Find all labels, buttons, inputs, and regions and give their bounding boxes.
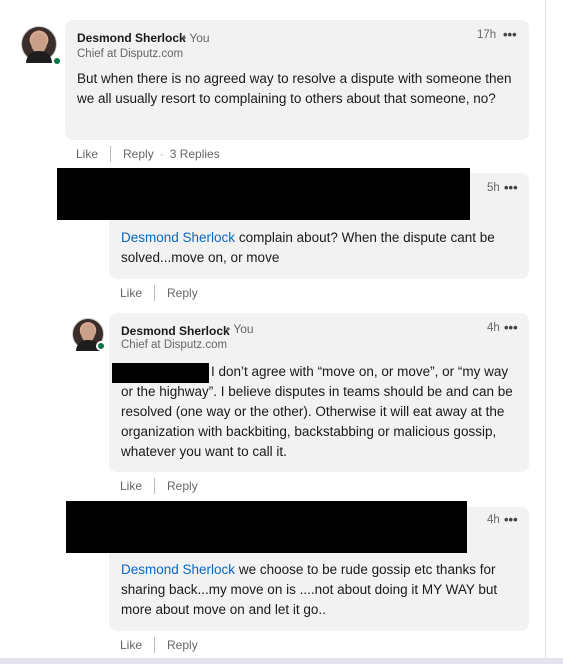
reply-button[interactable]: Reply (167, 638, 198, 652)
online-status-icon (96, 341, 106, 351)
timestamp: 4h (487, 514, 500, 526)
like-button[interactable]: Like (120, 479, 142, 493)
divider (154, 285, 156, 301)
comment-actions: Like Reply · 3 Replies (76, 146, 220, 162)
bottom-edge (0, 658, 563, 664)
mention-link[interactable]: Desmond Sherlock (121, 230, 235, 245)
reply-button[interactable]: Reply (123, 147, 154, 161)
reply-actions: Like Reply (120, 478, 198, 494)
reply-text: Desmond Sherlock we choose to be rude go… (121, 560, 521, 620)
redacted-author-block (57, 168, 470, 220)
divider (110, 146, 112, 162)
divider (154, 637, 156, 653)
online-status-icon (52, 56, 62, 66)
more-options-icon[interactable]: ••• (504, 320, 518, 335)
reply-text: Desmond Sherlock complain about? When th… (121, 228, 521, 268)
you-badge: • You (226, 322, 254, 336)
author-name[interactable]: Desmond Sherlock (77, 31, 186, 45)
mention-link[interactable]: Desmond Sherlock (121, 562, 235, 577)
like-button[interactable]: Like (76, 147, 98, 161)
replies-count-link[interactable]: 3 Replies (170, 147, 220, 161)
reply-bubble: Desmond Sherlock • You Chief at Disputz.… (109, 313, 529, 472)
timestamp: 17h (477, 29, 497, 41)
like-button[interactable]: Like (120, 286, 142, 300)
like-button[interactable]: Like (120, 638, 142, 652)
author-headline: Chief at Disputz.com (121, 339, 228, 351)
more-options-icon[interactable]: ••• (504, 180, 518, 195)
avatar-shirt (26, 51, 52, 63)
timestamp: 5h (487, 182, 500, 194)
comment-bubble: Desmond Sherlock • You Chief at Disputz.… (65, 20, 529, 140)
you-badge: • You (182, 31, 210, 45)
reply-actions: Like Reply (120, 637, 198, 653)
author-avatar[interactable] (21, 26, 57, 63)
dot-separator: · (159, 147, 164, 161)
avatar-face (31, 33, 47, 53)
author-name[interactable]: Desmond Sherlock (121, 324, 230, 338)
more-options-icon[interactable]: ••• (503, 27, 517, 42)
timestamp: 4h (487, 322, 500, 334)
more-options-icon[interactable]: ••• (504, 512, 518, 527)
divider (154, 478, 156, 494)
comment-text: But when there is no agreed way to resol… (77, 71, 512, 106)
redacted-mention-block (112, 363, 209, 383)
author-headline: Chief at Disputz.com (77, 48, 184, 60)
panel-border (545, 0, 546, 664)
redacted-author-block (66, 501, 467, 553)
reply-actions: Like Reply (120, 285, 198, 301)
reply-button[interactable]: Reply (167, 479, 198, 493)
reply-button[interactable]: Reply (167, 286, 198, 300)
